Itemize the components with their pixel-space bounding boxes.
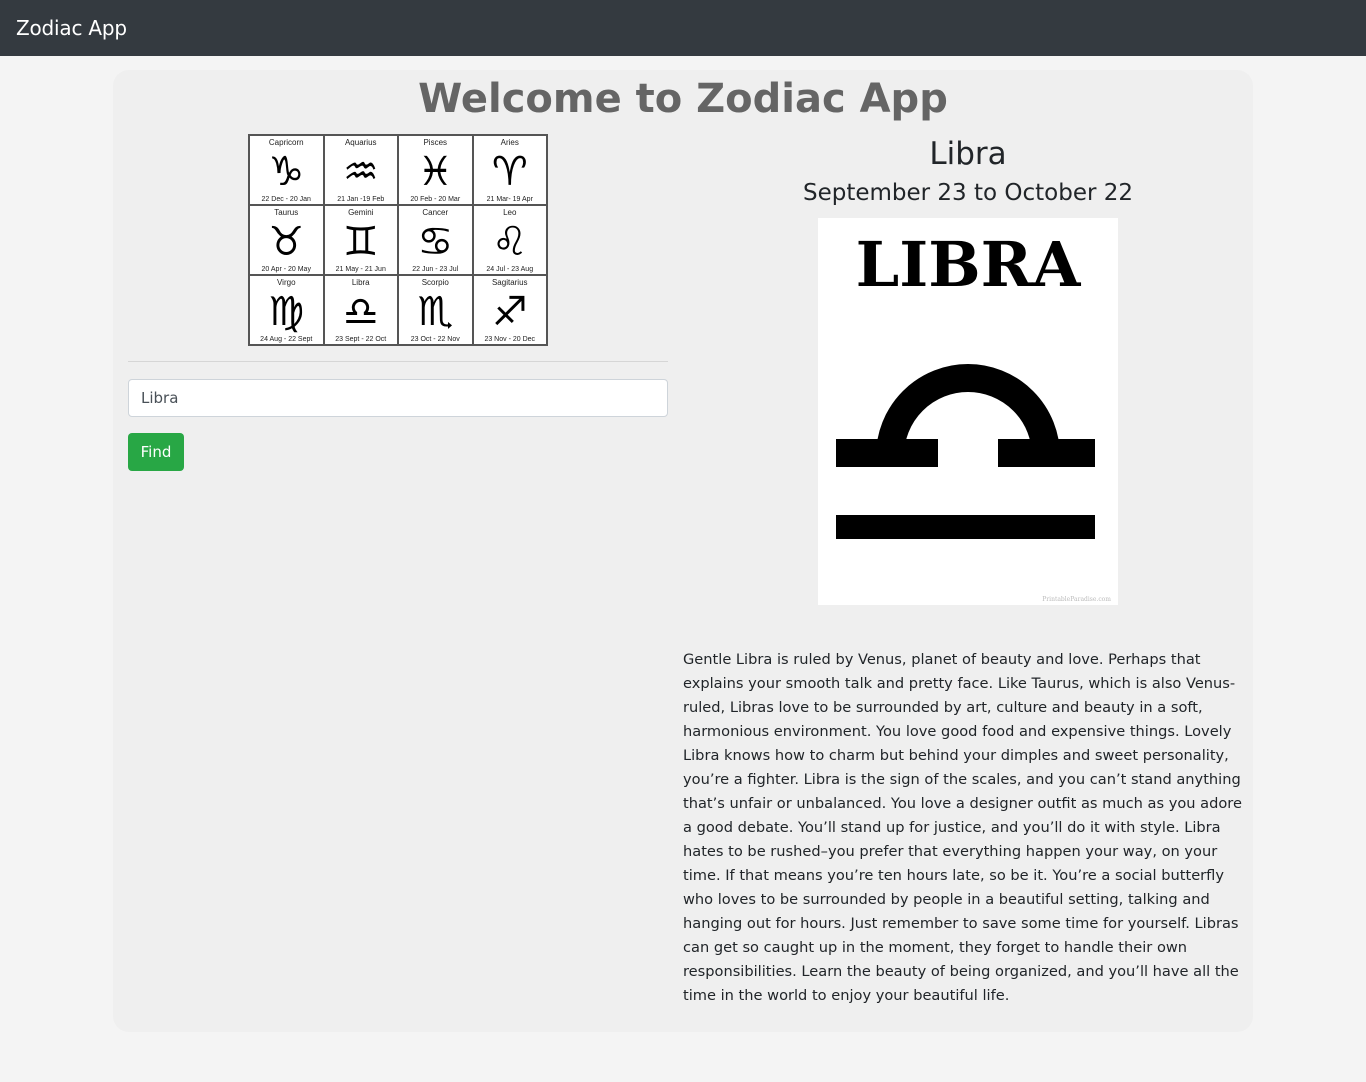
chart-cell-dates: 21 Jan -19 Feb (337, 196, 385, 203)
leo-icon: ♌ (491, 218, 528, 265)
chart-cell-name: Aries (500, 138, 519, 147)
chart-cell-cancer: Cancer ♋ 22 Jun - 23 Jul (398, 205, 473, 275)
chart-cell-name: Sagitarius (491, 278, 528, 287)
chart-cell-name: Pisces (423, 138, 448, 147)
libra-icon: ♎ (342, 288, 379, 335)
zodiac-chart-image: Capricorn ♑ 22 Dec - 20 Jan Aquarius ♒ 2… (248, 134, 548, 346)
chart-cell-name: Cancer (422, 208, 449, 217)
chart-cell-gemini: Gemini ♊ 21 May - 21 Jun (323, 205, 398, 275)
cancer-icon: ♋ (417, 218, 454, 265)
chart-cell-dates: 23 Oct - 22 Nov (410, 336, 460, 343)
aquarius-icon: ♒ (342, 148, 379, 195)
libra-symbol-icon: LIBRA PrintableParadise.com (836, 228, 1111, 603)
pisces-icon: ♓ (417, 148, 454, 195)
virgo-icon: ♍ (268, 288, 305, 335)
divider (128, 361, 668, 362)
chart-cell-name: Capricorn (268, 138, 304, 147)
sign-description: Gentle Libra is ruled by Venus, planet o… (683, 651, 1242, 1004)
chart-cell-name: Libra (351, 278, 370, 287)
aries-icon: ♈ (491, 148, 528, 195)
chart-cell-pisces: Pisces ♓ 20 Feb - 20 Mar (398, 135, 473, 205)
chart-cell-aries: Aries ♈ 21 Mar- 19 Apr (472, 135, 547, 205)
scorpio-icon: ♏ (417, 288, 454, 335)
find-button[interactable]: Find (128, 433, 184, 471)
chart-cell-name: Taurus (274, 208, 299, 217)
chart-cell-capricorn: Capricorn ♑ 22 Dec - 20 Jan (249, 135, 324, 205)
image-title-text: LIBRA (856, 228, 1082, 301)
chart-cell-sagitarius: Sagitarius ♐ 23 Nov - 20 Dec (472, 275, 547, 345)
gemini-icon: ♊ (342, 218, 379, 265)
chart-cell-dates: 21 May - 21 Jun (335, 266, 386, 273)
main-panel: Welcome to Zodiac App Capricorn ♑ 22 Dec… (113, 70, 1253, 1032)
sagittarius-icon: ♐ (491, 288, 528, 335)
chart-cell-dates: 22 Dec - 20 Jan (261, 196, 311, 203)
sign-name-heading: Libra (929, 136, 1007, 172)
chart-cell-dates: 23 Nov - 20 Dec (484, 336, 536, 343)
chart-cell-name: Aquarius (344, 138, 377, 147)
chart-cell-dates: 21 Mar- 19 Apr (486, 196, 533, 203)
chart-cell-aquarius: Aquarius ♒ 21 Jan -19 Feb (323, 135, 398, 205)
chart-cell-dates: 24 Aug - 22 Sept (260, 336, 313, 343)
chart-cell-name: Scorpio (421, 278, 449, 287)
chart-cell-leo: Leo ♌ 24 Jul - 23 Aug (472, 205, 547, 275)
chart-cell-libra: Libra ♎ 23 Sept - 22 Oct (323, 275, 398, 345)
chart-cell-dates: 23 Sept - 22 Oct (335, 336, 387, 343)
chart-cell-taurus: Taurus ♉ 20 Apr - 20 May (249, 205, 324, 275)
navbar-brand-link[interactable]: Zodiac App (16, 16, 127, 40)
chart-cell-dates: 20 Feb - 20 Mar (410, 196, 461, 203)
chart-cell-virgo: Virgo ♍ 24 Aug - 22 Sept (249, 275, 324, 345)
capricorn-icon: ♑ (268, 148, 305, 195)
navbar: Zodiac App (0, 0, 1366, 56)
chart-cell-dates: 20 Apr - 20 May (261, 266, 311, 273)
sign-dates-heading: September 23 to October 22 (802, 180, 1134, 206)
chart-cell-name: Virgo (276, 278, 296, 287)
taurus-icon: ♉ (268, 218, 305, 265)
chart-cell-name: Gemini (348, 208, 374, 217)
chart-cell-dates: 24 Jul - 23 Aug (486, 266, 534, 273)
chart-cell-name: Leo (503, 208, 517, 217)
libra-sign-image: LIBRA PrintableParadise.com (818, 218, 1118, 605)
sign-search-input[interactable] (128, 379, 668, 417)
image-credit-text: PrintableParadise.com (1042, 596, 1111, 603)
page-title: Welcome to Zodiac App (418, 76, 948, 122)
chart-cell-dates: 22 Jun - 23 Jul (412, 266, 459, 273)
chart-cell-scorpio: Scorpio ♏ 23 Oct - 22 Nov (398, 275, 473, 345)
